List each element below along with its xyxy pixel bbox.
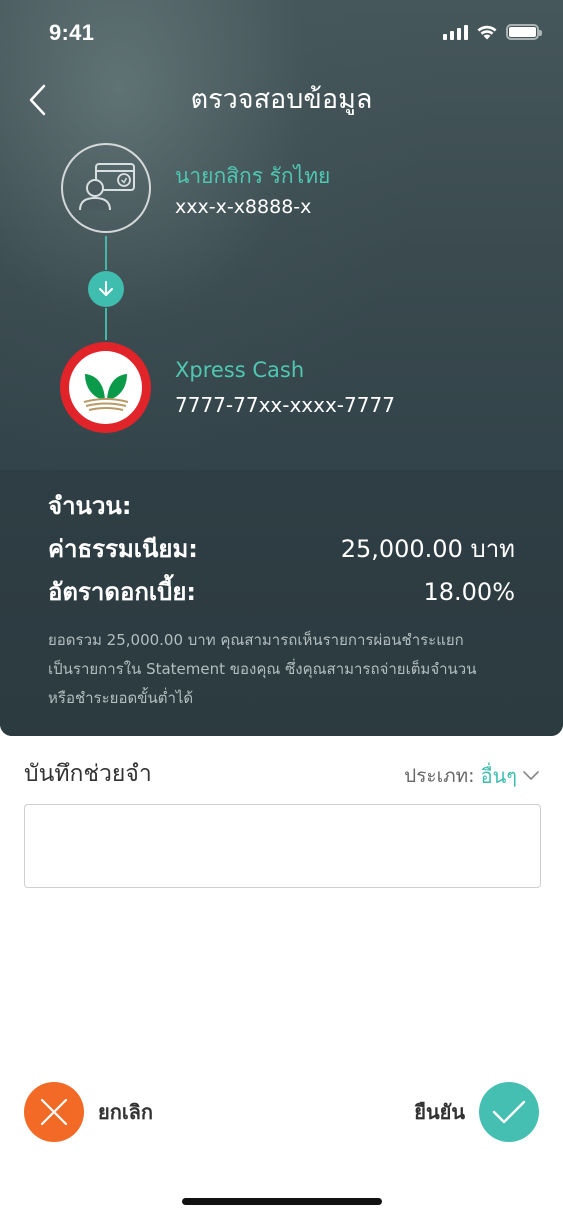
review-screen: 9:41 ตรวจสอบข้อมูล นายกสิกร รักไทย xxx-x… (0, 0, 563, 1218)
installment-note-line: ยอดรวม 25,000.00 บาท คุณสามารถเห็นรายการ… (48, 631, 464, 649)
memo-input[interactable] (24, 804, 541, 888)
cancel-button[interactable]: ยกเลิก (24, 1082, 153, 1142)
sender-account-number: xxx-x-x8888-x (175, 196, 312, 218)
memo-type-label: ประเภท: (404, 765, 475, 787)
review-header-card: 9:41 ตรวจสอบข้อมูล นายกสิกร รักไทย xxx-x… (0, 0, 563, 736)
recipient-name: Xpress Cash (175, 358, 305, 382)
recipient-account-number: 7777-77xx-xxxx-7777 (175, 393, 395, 417)
close-icon (24, 1082, 84, 1142)
arrow-down-icon (88, 271, 124, 307)
interest-rate-label: อัตราดอกเบี้ย: (48, 578, 196, 606)
amount-label: จำนวน: (48, 492, 132, 520)
fee-value: 25,000.00 บาท (340, 535, 515, 563)
home-indicator[interactable] (182, 1198, 382, 1205)
transfer-connector-line (105, 236, 107, 270)
wifi-icon (477, 25, 497, 40)
kbank-logo-icon (60, 342, 151, 433)
fee-label: ค่าธรรมเนียม: (48, 535, 198, 563)
installment-note-line: หรือชำระยอดขั้นต่ำได้ (48, 689, 194, 707)
status-time: 9:41 (49, 20, 95, 45)
installment-note-line: เป็นรายการใน Statement ของคุณ ซึ่งคุณสาม… (48, 660, 477, 678)
interest-rate-row: อัตราดอกเบี้ย: 18.00% (48, 576, 515, 608)
page-title: ตรวจสอบข้อมูล (190, 84, 373, 115)
transfer-connector-line (105, 308, 107, 340)
fee-row: ค่าธรรมเนียม: 25,000.00 บาท (48, 533, 515, 565)
memo-label: บันทึกช่วยจำ (24, 761, 152, 787)
memo-type-value: อื่นๆ (480, 764, 517, 788)
sender-account-icon (61, 143, 151, 233)
confirm-label: ยืนยัน (414, 1100, 465, 1124)
installment-note: ยอดรวม 25,000.00 บาท คุณสามารถเห็นรายการ… (48, 626, 528, 713)
status-icons (443, 24, 542, 40)
confirm-button[interactable]: ยืนยัน (414, 1082, 539, 1142)
battery-icon (506, 24, 542, 40)
cellular-signal-icon (443, 24, 468, 40)
memo-type-dropdown[interactable]: ประเภท: อื่นๆ (404, 760, 539, 792)
transfer-summary-panel: 9:41 ตรวจสอบข้อมูล นายกสิกร รักไทย xxx-x… (0, 0, 563, 470)
chevron-down-icon (523, 771, 539, 780)
checkmark-icon (479, 1082, 539, 1142)
cancel-label: ยกเลิก (98, 1100, 154, 1124)
sender-name: นายกสิกร รักไทย (175, 164, 331, 188)
amount-row: จำนวน: (48, 490, 515, 522)
interest-rate-value: 18.00% (423, 578, 515, 606)
